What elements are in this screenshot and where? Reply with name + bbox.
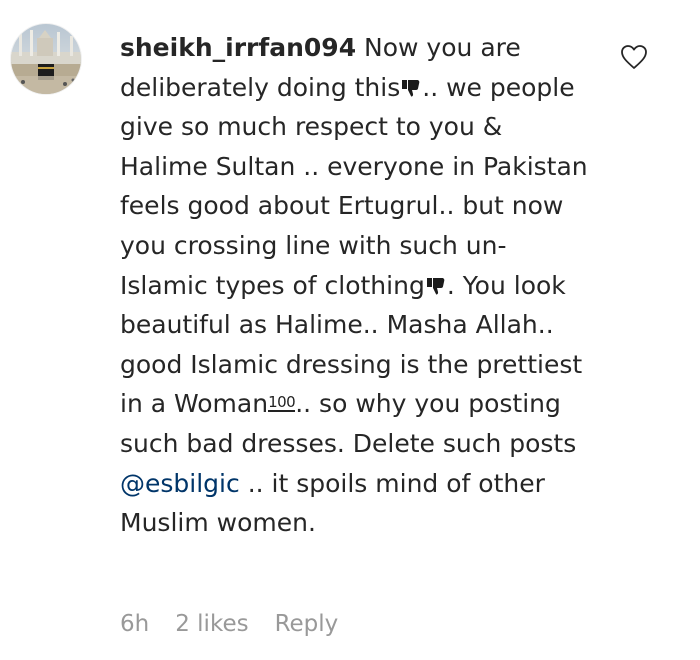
comment-time[interactable]: 6h (120, 611, 149, 637)
thumbs-down-emoji (426, 277, 445, 295)
avatar-photo (11, 24, 81, 94)
reply-button[interactable]: Reply (275, 611, 339, 637)
thumbs-down-emoji (402, 79, 420, 97)
comment: sheikh_irrfan094 Now you are deliberatel… (0, 0, 700, 660)
hundred-points-emoji: 100 (268, 393, 296, 413)
comment-text-2: .. we people give so much respect to you… (120, 72, 588, 300)
mention-link[interactable]: @esbilgic (120, 469, 240, 498)
comment-meta: 6h 2 likes Reply (120, 611, 338, 637)
heart-icon[interactable] (620, 44, 648, 70)
comment-username[interactable]: sheikh_irrfan094 (120, 33, 356, 62)
avatar[interactable] (11, 24, 81, 94)
likes-count[interactable]: 2 likes (175, 611, 248, 637)
comment-body: sheikh_irrfan094 Now you are deliberatel… (120, 28, 590, 543)
